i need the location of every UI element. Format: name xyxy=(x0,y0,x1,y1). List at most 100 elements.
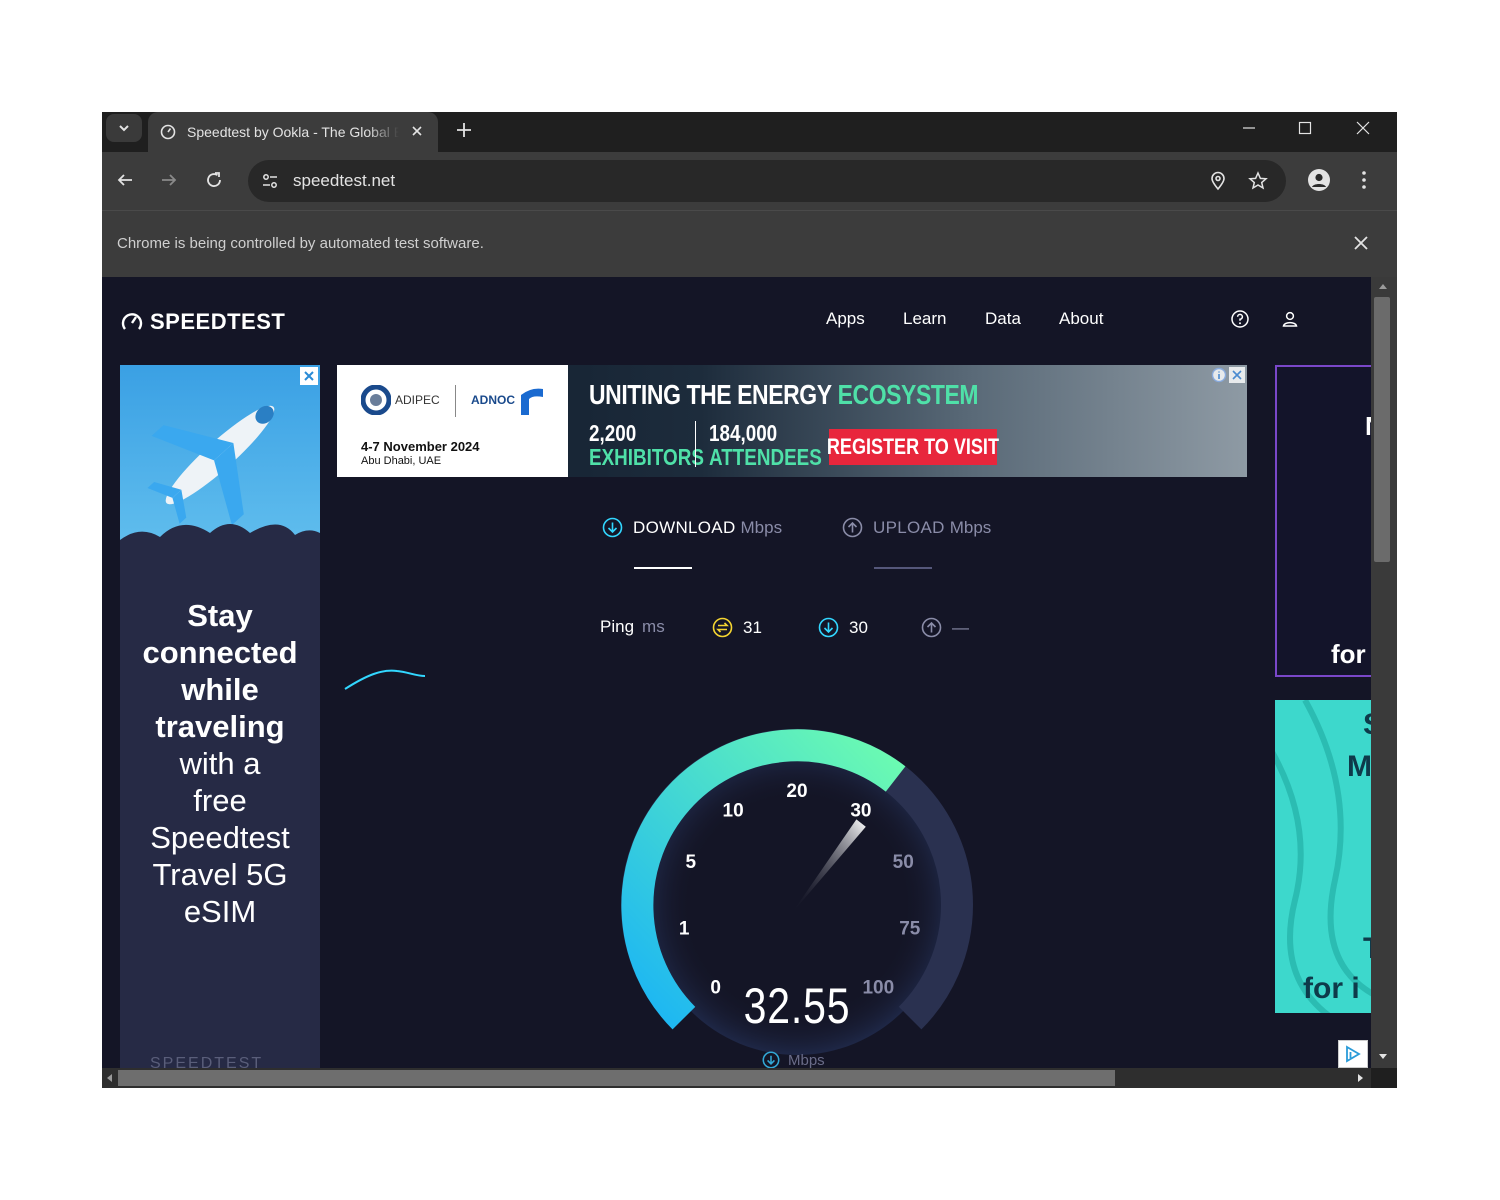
ping-label: Ping xyxy=(600,617,635,636)
speed-readout-unit: Mbps xyxy=(762,1051,825,1068)
location-icon[interactable] xyxy=(1206,169,1230,193)
gauge-tick-label: 75 xyxy=(899,918,921,939)
banner-stat-attendees: 184,000 ATTENDEES xyxy=(709,421,822,469)
address-bar[interactable]: speedtest.net xyxy=(248,160,1286,202)
tab-download[interactable]: DOWNLOAD Mbps xyxy=(602,517,782,538)
tab-upload[interactable]: UPLOAD Mbps xyxy=(842,517,991,538)
stat-number: 184,000 xyxy=(709,420,778,446)
browser-tab[interactable]: Speedtest by Ookla - The Global Broadban… xyxy=(148,112,438,152)
upload-unit: Mbps xyxy=(949,517,992,537)
upload-tab-indicator xyxy=(874,567,932,569)
back-button[interactable] xyxy=(112,167,138,193)
ping-value: 31 xyxy=(743,617,762,637)
ad-choices-badge[interactable] xyxy=(1338,1040,1368,1068)
ad-travel-esim[interactable]: Stay connected while traveling with a fr… xyxy=(120,365,320,1068)
speedtest-favicon-icon xyxy=(160,124,176,140)
register-button[interactable]: REGISTER TO VISIT xyxy=(827,429,999,465)
upload-label: UPLOAD xyxy=(873,517,945,537)
bookmark-star-icon[interactable] xyxy=(1246,169,1270,193)
horizontal-scroll-thumb[interactable] xyxy=(118,1070,1115,1086)
ad-text-line: while xyxy=(181,672,259,707)
ping-download: 30 xyxy=(818,617,868,638)
ad-close-button[interactable] xyxy=(300,367,318,385)
scroll-up-icon[interactable] xyxy=(1376,281,1390,291)
profile-button[interactable] xyxy=(1306,167,1332,193)
url-text[interactable]: speedtest.net xyxy=(293,171,395,191)
ad-right-text: T xyxy=(1363,932,1371,966)
stat-number: 2,200 xyxy=(589,420,637,446)
live-speed-graph xyxy=(344,669,426,690)
tab-title: Speedtest by Ookla - The Global Broadban… xyxy=(187,124,399,140)
scroll-right-icon[interactable] xyxy=(1356,1072,1366,1084)
ad-left-text: Stay connected while traveling with a fr… xyxy=(120,597,320,930)
ad-text-line: Speedtest xyxy=(150,820,290,855)
user-icon[interactable] xyxy=(1280,309,1300,329)
tab-strip: Speedtest by Ookla - The Global Broadban… xyxy=(102,112,1397,152)
latency-upload-icon xyxy=(921,617,942,638)
avatar-icon xyxy=(1308,169,1330,191)
banner-stat-exhibitors: 2,200 EXHIBITORS xyxy=(589,421,704,469)
ad-close-icon[interactable] xyxy=(1229,367,1245,383)
arrow-right-icon xyxy=(162,174,177,186)
gauge-tick-label: 1 xyxy=(679,918,690,939)
tab-search-button[interactable] xyxy=(106,114,142,142)
new-tab-icon[interactable] xyxy=(452,118,476,142)
nav-about[interactable]: About xyxy=(1059,309,1103,329)
forward-button[interactable] xyxy=(156,167,182,193)
ad-choices-icon xyxy=(1346,1045,1361,1063)
gauge-tick-label: 5 xyxy=(686,852,697,873)
automation-infobar: Chrome is being controlled by automated … xyxy=(102,210,1397,277)
ad-right-text: S xyxy=(1363,708,1371,742)
close-window-button[interactable] xyxy=(1335,112,1391,144)
menu-button[interactable] xyxy=(1351,167,1377,193)
tab-close-icon[interactable] xyxy=(408,122,426,140)
download-latency-value: 30 xyxy=(849,617,868,637)
scroll-down-icon[interactable] xyxy=(1376,1052,1390,1062)
ad-right-text: for i xyxy=(1303,972,1360,1005)
nav-data[interactable]: Data xyxy=(985,309,1021,329)
gauge-tick-label: 30 xyxy=(850,800,871,821)
close-icon xyxy=(304,371,314,381)
ad-text-line: with a xyxy=(179,746,261,781)
infobar-close-icon[interactable] xyxy=(1351,233,1371,253)
ad-text-line: traveling xyxy=(155,709,285,744)
ad-right-bottom[interactable]: S M T for i xyxy=(1275,700,1371,1013)
arrow-left-icon xyxy=(117,174,132,186)
ad-right-top[interactable]: N for xyxy=(1275,365,1371,677)
speedtest-logo[interactable]: SPEEDTEST xyxy=(120,309,285,335)
banner-city: Abu Dhabi, UAE xyxy=(361,455,442,467)
adipec-logo-icon xyxy=(361,385,391,415)
browser-window: Speedtest by Ookla - The Global Broadban… xyxy=(102,112,1397,1088)
ad-right-text: M xyxy=(1347,750,1371,783)
help-icon[interactable] xyxy=(1230,309,1250,329)
gauge-tick-label: 10 xyxy=(723,800,744,821)
upload-latency-value: — xyxy=(952,617,969,637)
download-icon xyxy=(602,517,623,538)
chevron-down-icon xyxy=(119,125,129,132)
site-settings-icon[interactable] xyxy=(258,169,282,193)
ad-info-icon[interactable] xyxy=(1211,367,1227,383)
speedtest-page: SPEEDTEST Apps Learn Data About Stay con… xyxy=(102,277,1371,1068)
close-icon xyxy=(1356,121,1370,135)
speedometer-logo-icon xyxy=(121,313,143,330)
minimize-button[interactable] xyxy=(1221,112,1277,144)
stat-label: ATTENDEES xyxy=(709,444,822,470)
ad-choices[interactable] xyxy=(1211,367,1245,383)
nav-learn[interactable]: Learn xyxy=(903,309,946,329)
reload-icon xyxy=(207,172,221,187)
readout-unit-label: Mbps xyxy=(788,1051,825,1069)
headline-accent: ECOSYSTEM xyxy=(837,379,979,410)
maximize-button[interactable] xyxy=(1277,112,1333,144)
scroll-left-icon[interactable] xyxy=(104,1072,114,1084)
toolbar: speedtest.net xyxy=(102,152,1397,210)
vertical-scroll-thumb[interactable] xyxy=(1374,297,1390,562)
speed-readout: 32.55 xyxy=(743,978,851,1034)
ad-text-line: free xyxy=(193,783,247,818)
brand-adnoc: ADNOC xyxy=(471,393,515,407)
adnoc-logo-icon xyxy=(521,388,543,415)
download-tab-indicator xyxy=(634,567,692,569)
nav-apps[interactable]: Apps xyxy=(826,309,865,329)
ping-upload: — xyxy=(921,617,969,638)
reload-button[interactable] xyxy=(201,167,227,193)
ad-adipec-banner[interactable]: ADIPEC ADNOC 4-7 November 2024 Abu Dhabi… xyxy=(337,365,1247,477)
